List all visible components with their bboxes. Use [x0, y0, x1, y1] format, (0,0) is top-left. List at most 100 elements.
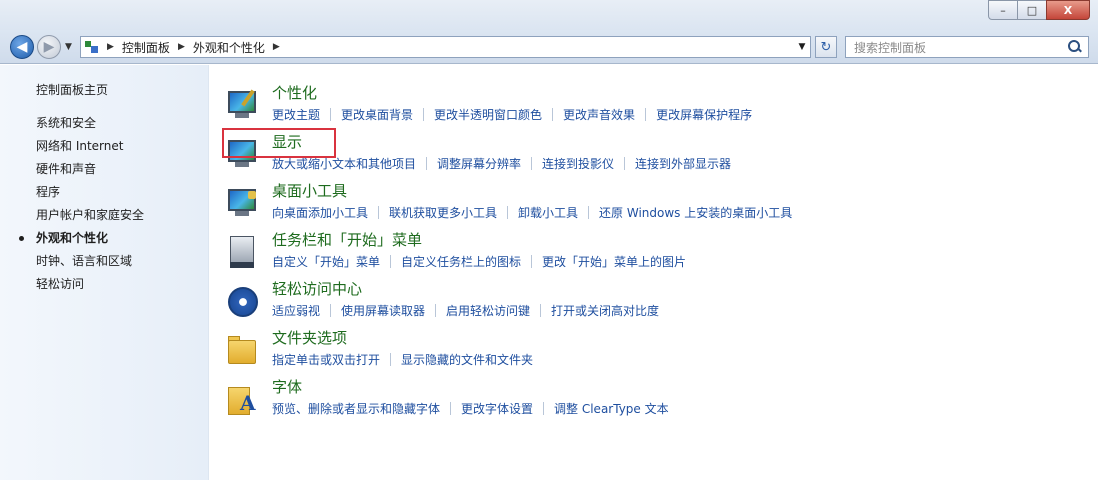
category-links: 预览、删除或者显示和隐藏字体 更改字体设置 调整 ClearType 文本 — [272, 401, 669, 417]
link-ease-access-keys[interactable]: 启用轻松访问键 — [446, 304, 530, 318]
sidebar-item-clock-language[interactable]: 时钟、语言和区域 — [36, 253, 144, 276]
category-desktop-gadgets: 桌面小工具 向桌面添加小工具 联机获取更多小工具 卸载小工具 还原 Windows 上… — [226, 181, 1086, 225]
link-separator — [390, 353, 392, 366]
link-customize-start-menu[interactable]: 自定义「开始」菜单 — [272, 255, 380, 269]
breadcrumb-appearance[interactable]: 外观和个性化 — [193, 39, 265, 56]
link-high-contrast[interactable]: 打开或关闭高对比度 — [551, 304, 659, 318]
category-links: 指定单击或双击打开 显示隐藏的文件和文件夹 — [272, 352, 533, 368]
sidebar-list: 系统和安全 网络和 Internet 硬件和声音 程序 用户帐户和家庭安全 外观… — [19, 115, 144, 299]
link-preview-fonts[interactable]: 预览、删除或者显示和隐藏字体 — [272, 402, 440, 416]
category-personalization: 个性化 更改主题 更改桌面背景 更改半透明窗口颜色 更改声音效果 更改屏幕保护程序 — [226, 83, 1086, 127]
link-connect-external-display[interactable]: 连接到外部显示器 — [635, 157, 731, 171]
link-separator — [540, 304, 542, 317]
link-restore-gadgets[interactable]: 还原 Windows 上安装的桌面小工具 — [599, 206, 792, 220]
category-folder-options: 文件夹选项 指定单击或双击打开 显示隐藏的文件和文件夹 — [226, 328, 1086, 372]
main-content: 个性化 更改主题 更改桌面背景 更改半透明窗口颜色 更改声音效果 更改屏幕保护程序 显示… — [210, 65, 1098, 480]
chevron-right-icon[interactable]: ▶ — [273, 42, 280, 52]
link-separator — [531, 255, 533, 268]
category-links: 放大或缩小文本和其他项目 调整屏幕分辨率 连接到投影仪 连接到外部显示器 — [272, 156, 731, 172]
taskbar-icon[interactable] — [226, 236, 262, 270]
link-screen-reader[interactable]: 使用屏幕读取器 — [341, 304, 425, 318]
link-separator — [588, 206, 590, 219]
link-get-more-gadgets[interactable]: 联机获取更多小工具 — [389, 206, 497, 220]
forward-button[interactable]: ▶ — [37, 35, 61, 59]
sidebar-item-user-accounts[interactable]: 用户帐户和家庭安全 — [36, 207, 144, 230]
category-title[interactable]: 个性化 — [272, 83, 317, 103]
current-page-bullet-icon — [19, 236, 24, 241]
sidebar-item-hardware-sound[interactable]: 硬件和声音 — [36, 161, 144, 184]
link-font-settings[interactable]: 更改字体设置 — [461, 402, 533, 416]
ease-of-access-icon[interactable] — [226, 285, 262, 319]
sidebar-item-network-internet[interactable]: 网络和 Internet — [36, 138, 144, 161]
link-separator — [531, 157, 533, 170]
close-button[interactable]: X — [1046, 0, 1090, 20]
recent-pages-dropdown-icon[interactable]: ▼ — [65, 42, 72, 52]
link-add-gadgets[interactable]: 向桌面添加小工具 — [272, 206, 368, 220]
link-change-window-color[interactable]: 更改半透明窗口颜色 — [434, 108, 542, 122]
search-input[interactable]: 搜索控制面板 — [845, 36, 1089, 58]
control-panel-icon — [85, 40, 99, 54]
link-change-theme[interactable]: 更改主题 — [272, 108, 320, 122]
sidebar-item-programs[interactable]: 程序 — [36, 184, 144, 207]
link-adjust-cleartype[interactable]: 调整 ClearType 文本 — [554, 402, 669, 416]
address-dropdown-icon[interactable]: ▼ — [794, 37, 810, 57]
category-title[interactable]: 桌面小工具 — [272, 181, 347, 201]
link-change-sound-effects[interactable]: 更改声音效果 — [563, 108, 635, 122]
link-separator — [423, 108, 425, 121]
desktop-gadgets-icon[interactable] — [226, 187, 262, 221]
link-separator — [450, 402, 452, 415]
category-title[interactable]: 文件夹选项 — [272, 328, 347, 348]
link-separator — [624, 157, 626, 170]
breadcrumb[interactable]: ▶ 控制面板 ▶ 外观和个性化 ▶ ▼ — [80, 36, 811, 58]
sidebar-item-ease-of-access[interactable]: 轻松访问 — [36, 276, 144, 299]
minimize-button[interactable]: – — [988, 0, 1018, 20]
fonts-icon[interactable]: A — [226, 383, 262, 417]
category-links: 适应弱视 使用屏幕读取器 启用轻松访问键 打开或关闭高对比度 — [272, 303, 659, 319]
sidebar-home-link[interactable]: 控制面板主页 — [36, 81, 108, 98]
category-display: 显示 放大或缩小文本和其他项目 调整屏幕分辨率 连接到投影仪 连接到外部显示器 — [226, 132, 1086, 176]
link-change-start-menu-picture[interactable]: 更改「开始」菜单上的图片 — [542, 255, 686, 269]
category-title[interactable]: 轻松访问中心 — [272, 279, 362, 299]
link-low-vision[interactable]: 适应弱视 — [272, 304, 320, 318]
link-separator — [426, 157, 428, 170]
sidebar-item-label: 外观和个性化 — [36, 231, 109, 245]
search-placeholder: 搜索控制面板 — [854, 40, 927, 55]
category-title[interactable]: 字体 — [272, 377, 302, 397]
category-links: 向桌面添加小工具 联机获取更多小工具 卸载小工具 还原 Windows 上安装的桌面小… — [272, 205, 792, 221]
link-single-double-click[interactable]: 指定单击或双击打开 — [272, 353, 380, 367]
link-separator — [507, 206, 509, 219]
folder-options-icon[interactable] — [226, 334, 262, 368]
category-fonts: A 字体 预览、删除或者显示和隐藏字体 更改字体设置 调整 ClearType 文本 — [226, 377, 1086, 421]
chevron-right-icon[interactable]: ▶ — [178, 42, 185, 52]
search-icon[interactable] — [1068, 40, 1082, 54]
link-show-hidden-files[interactable]: 显示隐藏的文件和文件夹 — [401, 353, 533, 367]
link-connect-projector[interactable]: 连接到投影仪 — [542, 157, 614, 171]
left-navigation-pane: 控制面板主页 系统和安全 网络和 Internet 硬件和声音 程序 用户帐户和… — [0, 65, 209, 480]
chevron-right-icon[interactable]: ▶ — [107, 42, 114, 52]
link-customize-taskbar-icons[interactable]: 自定义任务栏上的图标 — [401, 255, 521, 269]
breadcrumb-control-panel[interactable]: 控制面板 — [122, 39, 170, 56]
link-separator — [378, 206, 380, 219]
category-title[interactable]: 任务栏和「开始」菜单 — [272, 230, 422, 250]
link-separator — [390, 255, 392, 268]
link-separator — [645, 108, 647, 121]
category-ease-of-access: 轻松访问中心 适应弱视 使用屏幕读取器 启用轻松访问键 打开或关闭高对比度 — [226, 279, 1086, 323]
back-button[interactable]: ◀ — [10, 35, 34, 59]
link-separator — [330, 304, 332, 317]
refresh-button[interactable]: ↻ — [815, 36, 837, 58]
link-separator — [330, 108, 332, 121]
window-controls: – □ X — [988, 0, 1090, 20]
category-taskbar-start-menu: 任务栏和「开始」菜单 自定义「开始」菜单 自定义任务栏上的图标 更改「开始」菜单上的… — [226, 230, 1086, 274]
sidebar-item-system-security[interactable]: 系统和安全 — [36, 115, 144, 138]
link-uninstall-gadget[interactable]: 卸载小工具 — [518, 206, 578, 220]
maximize-button[interactable]: □ — [1017, 0, 1047, 20]
window-titlebar: – □ X — [0, 0, 1098, 30]
link-screen-resolution[interactable]: 调整屏幕分辨率 — [437, 157, 521, 171]
category-links: 更改主题 更改桌面背景 更改半透明窗口颜色 更改声音效果 更改屏幕保护程序 — [272, 107, 752, 123]
sidebar-item-appearance[interactable]: 外观和个性化 — [19, 230, 144, 253]
link-separator — [552, 108, 554, 121]
link-change-desktop-background[interactable]: 更改桌面背景 — [341, 108, 413, 122]
link-text-size[interactable]: 放大或缩小文本和其他项目 — [272, 157, 416, 171]
link-change-screen-saver[interactable]: 更改屏幕保护程序 — [656, 108, 752, 122]
personalization-icon[interactable] — [226, 89, 262, 123]
